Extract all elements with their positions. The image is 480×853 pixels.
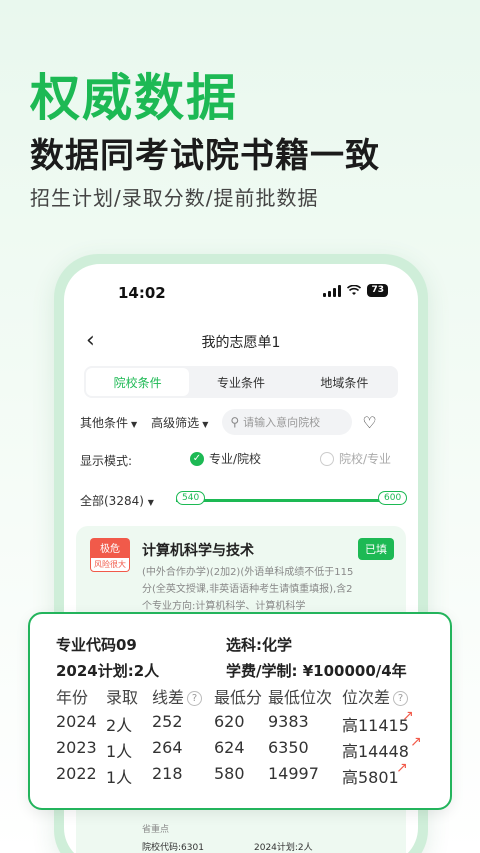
- risk-badge: 极危 风险很大: [90, 538, 130, 572]
- subject-requirement: 选科:化学: [226, 636, 292, 654]
- row-2024-min-rank: 9383: [268, 712, 309, 731]
- header-year: 年份: [56, 688, 89, 707]
- mode-option-2: 院校/专业: [339, 452, 392, 466]
- header-rank-diff-label: 位次差: [342, 688, 391, 707]
- row-2022-min-rank: 14997: [268, 764, 319, 783]
- trend-up-icon: ↗: [396, 760, 408, 776]
- range-slider-track[interactable]: [176, 499, 402, 502]
- header-line-diff-label: 线差: [152, 688, 185, 707]
- plan-2024: 2024计划:2人: [56, 662, 160, 680]
- search-icon: ⚲: [230, 415, 240, 429]
- school-code: 院校代码:6301: [142, 843, 204, 853]
- status-bar: 14:02 73: [64, 264, 418, 316]
- condition-tabs: 院校条件 专业条件 地域条件: [84, 366, 398, 398]
- hero-subheadline: 数据同考试院书籍一致: [30, 136, 380, 176]
- trend-up-icon: ↗: [410, 734, 422, 750]
- range-min-handle[interactable]: 540: [176, 491, 206, 505]
- advanced-filter-dropdown[interactable]: 高级筛选 ▼: [151, 414, 208, 431]
- major-description: (中外合作办学)(2加2)(外语单科成绩不低于115分(全英文授课,非英语语种考…: [142, 567, 354, 612]
- tab-major-conditions[interactable]: 专业条件: [189, 368, 292, 396]
- battery-icon: 73: [367, 284, 388, 297]
- search-placeholder: 请输入意向院校: [243, 416, 321, 429]
- radio-empty-icon: [320, 451, 334, 466]
- header-line-diff: 线差?: [152, 684, 203, 708]
- page-title: 我的志愿单1: [201, 335, 281, 351]
- tab-school-conditions[interactable]: 院校条件: [86, 368, 190, 396]
- display-mode: 显示模式: ✓ 专业/院校 院校/专业: [80, 450, 410, 472]
- row-2024-admitted: 2人: [106, 716, 133, 735]
- row-2022-rank-diff: 高5801: [342, 768, 399, 787]
- mode-major-school-radio[interactable]: ✓ 专业/院校: [190, 450, 261, 467]
- favorite-heart-icon[interactable]: ♡: [362, 413, 376, 432]
- mode-option-1: 专业/院校: [209, 452, 262, 466]
- caret-down-icon: ▼: [131, 419, 138, 429]
- risk-badge-top: 极危: [90, 538, 130, 557]
- card-plan: 2024计划:2人: [254, 843, 313, 853]
- header-min-rank: 最低位次: [268, 688, 333, 707]
- caret-down-icon: ▼: [147, 498, 154, 507]
- advanced-filter-label: 高级筛选: [151, 415, 200, 430]
- row-2024-line-diff: 252: [152, 712, 183, 731]
- trend-up-icon: ↗: [402, 708, 414, 724]
- risk-badge-bottom: 风险很大: [90, 557, 130, 572]
- wifi-icon: [347, 285, 362, 295]
- row-2024-min-score: 620: [214, 712, 245, 731]
- major-code: 专业代码09: [56, 636, 137, 654]
- hero-headline: 权威数据: [30, 69, 238, 127]
- other-conditions-label: 其他条件: [80, 415, 129, 430]
- school-level: 省重点: [142, 825, 170, 835]
- row-2022-admitted: 1人: [106, 768, 133, 787]
- display-mode-label: 显示模式:: [80, 454, 133, 468]
- status-icons: 73: [323, 284, 388, 297]
- row-2022-line-diff: 218: [152, 764, 183, 783]
- row-2024-rank-diff: 高11415: [342, 716, 409, 735]
- school-search-input[interactable]: ⚲ 请输入意向院校: [222, 409, 353, 435]
- row-2023-year: 2023: [56, 738, 97, 757]
- row-2023-rank-diff: 高14448: [342, 742, 409, 761]
- filled-button[interactable]: 已填: [358, 538, 394, 560]
- header-min-score: 最低分: [214, 688, 263, 707]
- filter-bar: 其他条件 ▼ 高级筛选 ▼ ⚲ 请输入意向院校 ♡: [80, 408, 410, 436]
- all-count-label: 全部(3284): [80, 494, 144, 508]
- row-2023-line-diff: 264: [152, 738, 183, 757]
- mode-school-major-radio[interactable]: 院校/专业: [320, 450, 391, 467]
- nav-bar: ‹ 我的志愿单1: [64, 320, 418, 360]
- help-icon[interactable]: ?: [393, 691, 409, 706]
- row-2023-min-rank: 6350: [268, 738, 309, 757]
- range-max-handle[interactable]: 600: [378, 491, 408, 505]
- row-2023-min-score: 624: [214, 738, 245, 757]
- caret-down-icon: ▼: [202, 419, 209, 429]
- row-2022-year: 2022: [56, 764, 97, 783]
- row-2024-year: 2024: [56, 712, 97, 731]
- row-2022-min-score: 580: [214, 764, 245, 783]
- all-count-dropdown[interactable]: 全部(3284) ▼: [80, 492, 154, 509]
- other-conditions-dropdown[interactable]: 其他条件 ▼: [80, 414, 137, 431]
- major-name: 计算机科学与技术: [142, 543, 254, 559]
- score-range: 全部(3284) ▼ 540 600: [80, 490, 410, 510]
- row-2023-admitted: 1人: [106, 742, 133, 761]
- help-icon[interactable]: ?: [187, 691, 203, 706]
- signal-icon: [323, 284, 342, 297]
- header-rank-diff: 位次差?: [342, 684, 409, 708]
- header-admitted: 录取: [106, 688, 139, 707]
- hero-tagline: 招生计划/录取分数/提前批数据: [30, 186, 319, 210]
- status-time: 14:02: [118, 284, 166, 302]
- tab-region-conditions[interactable]: 地域条件: [293, 368, 396, 396]
- tuition: 学费/学制: ¥100000/4年: [226, 662, 407, 680]
- check-icon: ✓: [190, 451, 204, 466]
- admission-detail-panel: 专业代码09 选科:化学 2024计划:2人 学费/学制: ¥100000/4年…: [28, 612, 452, 810]
